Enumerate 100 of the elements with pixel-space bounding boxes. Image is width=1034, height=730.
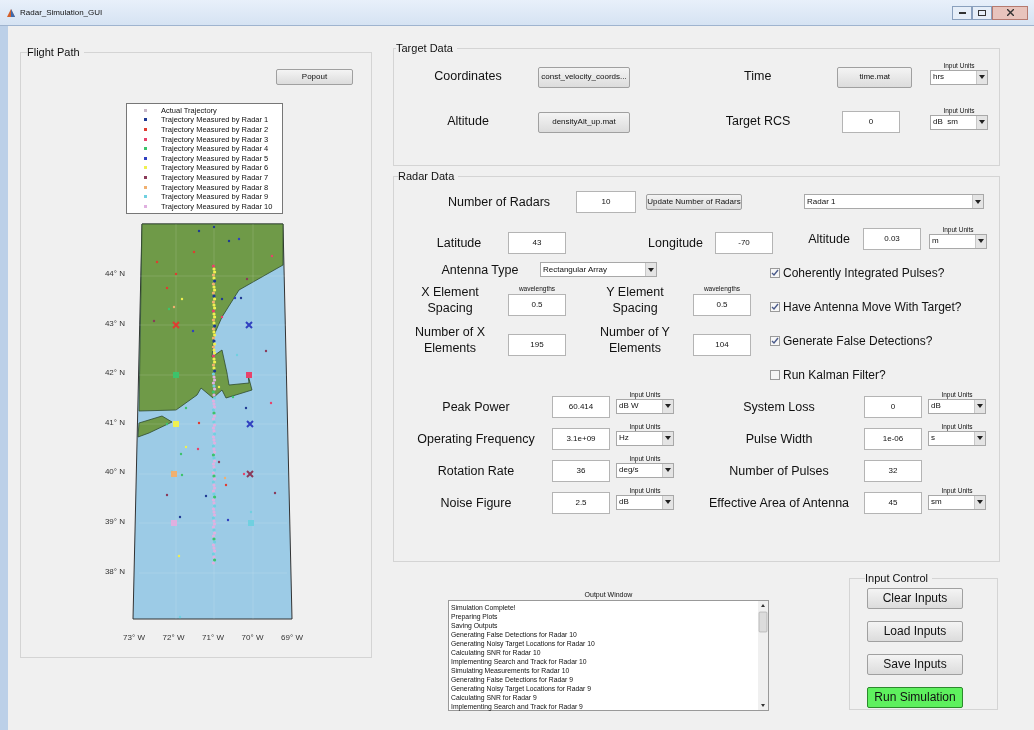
caret-icon — [645, 263, 656, 276]
field-label: X Element Spacing — [420, 283, 480, 316]
panel-title: Flight Path — [27, 45, 81, 60]
update-button[interactable]: Update Number of Radars — [646, 193, 742, 210]
input-field[interactable]: 60.414 — [552, 395, 610, 418]
input-field[interactable]: 104 — [693, 333, 751, 356]
dropdown[interactable]: hrs — [930, 69, 988, 85]
dropdown[interactable]: Radar 1 — [804, 194, 984, 209]
checkbox[interactable] — [770, 267, 780, 278]
tick-label: 41° N — [104, 417, 125, 427]
field-label: Altitude — [446, 112, 490, 129]
field-label: Coordinates — [433, 67, 503, 84]
field-label: Target RCS — [724, 112, 792, 129]
tick-label: 71° W — [202, 633, 224, 643]
field-label: Number of Radars — [446, 193, 552, 210]
caret-icon — [662, 431, 673, 445]
caret-icon — [974, 399, 985, 413]
input-field[interactable]: 43 — [508, 231, 566, 254]
input-field[interactable]: 45 — [864, 491, 922, 514]
checkbox-label: Coherently Integrated Pulses? — [783, 264, 945, 282]
popout-button[interactable]: Popout — [276, 68, 353, 85]
field-label: Antenna Type — [440, 261, 520, 278]
file-button[interactable]: const_velocity_coords... — [538, 66, 630, 88]
checkbox[interactable] — [770, 335, 780, 346]
panel-title: Target Data — [396, 41, 454, 56]
input-field[interactable]: 32 — [864, 459, 922, 482]
caret-icon — [662, 463, 673, 477]
tick-label: 72° W — [162, 633, 185, 643]
input-field[interactable]: -70 — [715, 231, 773, 254]
input-field[interactable]: 36 — [552, 459, 610, 482]
caret-icon — [976, 115, 987, 129]
file-button[interactable]: time.mat — [837, 66, 912, 88]
tick-label: 42° N — [104, 368, 125, 378]
dropdown[interactable]: m — [929, 233, 987, 249]
close-icon — [1006, 9, 1014, 16]
field-label: Latitude — [435, 234, 483, 251]
field-label: Pulse Width — [744, 430, 814, 447]
scrollbar[interactable] — [758, 601, 768, 710]
field-label: Effective Area of Antenna — [707, 494, 851, 511]
tick-label: 73° W — [123, 633, 145, 643]
action-button[interactable]: Save Inputs — [867, 653, 963, 675]
tick-label: 39° N — [104, 517, 125, 527]
panel-title: Radar Data — [398, 169, 456, 184]
dropdown[interactable]: Rectangular Array — [540, 262, 657, 277]
dropdown[interactable]: dB — [928, 398, 986, 414]
input-field[interactable]: 0.03 — [863, 228, 921, 250]
input-field[interactable]: 0 — [842, 110, 900, 133]
input-field[interactable]: 1e-06 — [864, 427, 922, 450]
caret-icon — [972, 195, 983, 208]
tick-label: 69° W — [281, 633, 303, 643]
field-label: Number of Y Elements — [599, 323, 671, 356]
tick-label: 70° W — [241, 633, 264, 643]
field-label: Y Element Spacing — [605, 283, 665, 316]
dropdown[interactable]: s — [928, 430, 986, 446]
checkbox[interactable] — [770, 301, 780, 312]
dropdown[interactable]: sm — [928, 494, 986, 510]
input-field[interactable]: 0 — [864, 395, 922, 418]
field-label: Longitude — [647, 234, 704, 251]
input-field[interactable]: 10 — [576, 190, 636, 213]
close-button[interactable] — [992, 5, 1028, 20]
minimize-button[interactable] — [952, 5, 972, 20]
dropdown[interactable]: Hz — [616, 430, 674, 446]
caret-icon — [975, 234, 986, 248]
dropdown[interactable]: dB — [616, 494, 674, 510]
caret-icon — [974, 495, 985, 509]
field-label: Peak Power — [441, 398, 511, 415]
checkbox[interactable] — [770, 369, 780, 380]
panel-title: Input Control — [865, 571, 929, 586]
input-field[interactable]: 2.5 — [552, 491, 610, 514]
field-label: Time — [743, 67, 773, 84]
action-button[interactable]: Load Inputs — [867, 620, 963, 642]
input-field[interactable]: 0.5 — [693, 293, 751, 316]
field-label: Altitude — [807, 231, 851, 247]
dropdown[interactable]: dB sm — [930, 114, 988, 130]
window-title: Radar_Simulation_GUI — [20, 6, 103, 19]
input-field[interactable]: 0.5 — [508, 293, 566, 316]
app-icon — [6, 7, 16, 18]
action-button[interactable]: Clear Inputs — [867, 587, 963, 609]
dropdown[interactable]: deg/s — [616, 462, 674, 478]
checkbox-label: Run Kalman Filter? — [783, 366, 886, 384]
field-label: System Loss — [742, 398, 816, 415]
input-field[interactable]: 3.1e+09 — [552, 427, 610, 450]
input-field[interactable]: 195 — [508, 333, 566, 356]
tick-label: 44° N — [104, 269, 125, 279]
field-label: Noise Figure — [439, 494, 513, 511]
caret-icon — [974, 431, 985, 445]
field-label: Operating Frequency — [416, 430, 536, 447]
tick-label: 40° N — [104, 467, 125, 477]
caret-icon — [976, 70, 987, 84]
field-label: Number of X Elements — [413, 323, 487, 356]
field-label: Rotation Rate — [436, 462, 516, 479]
maximize-button[interactable] — [972, 5, 992, 20]
dropdown[interactable]: dB W — [616, 398, 674, 414]
checkbox-label: Have Antenna Move With Target? — [783, 298, 962, 316]
file-button[interactable]: densityAlt_up.mat — [538, 111, 630, 133]
tick-label: 43° N — [104, 318, 125, 328]
action-button[interactable]: Run Simulation — [867, 686, 963, 708]
checkbox-label: Generate False Detections? — [783, 332, 933, 350]
field-label: Number of Pulses — [728, 462, 830, 479]
caret-icon — [662, 495, 673, 509]
